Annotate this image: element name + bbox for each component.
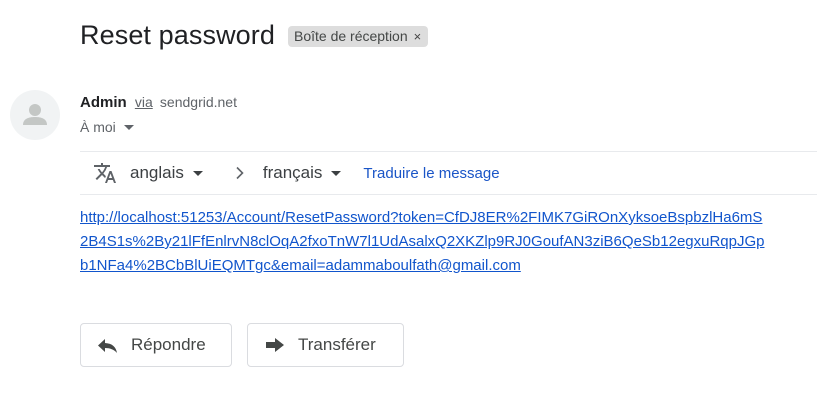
forward-label: Transférer [298,335,376,354]
inbox-label-text: Boîte de réception [294,28,408,44]
source-language-select[interactable]: anglais [130,163,203,183]
reply-icon [97,336,119,354]
reset-password-link[interactable]: http://localhost:51253/Account/ResetPass… [80,206,817,278]
chevron-down-icon [331,171,342,176]
forward-icon [264,336,286,354]
chevron-down-icon [123,125,134,130]
target-language-label: français [262,163,323,182]
chevron-right-icon [233,166,247,180]
translate-icon [93,161,117,185]
link-line: http://localhost:51253/Account/ResetPass… [80,209,763,226]
sender-domain: sendgrid.net [159,94,237,110]
forward-button[interactable]: Transférer [247,323,404,367]
chevron-down-icon [192,171,203,176]
reply-label: Répondre [131,335,206,354]
via-link[interactable]: via [135,94,153,110]
sender-avatar[interactable] [10,90,60,140]
translate-message-link[interactable]: Traduire le message [363,165,499,182]
inbox-label-chip[interactable]: Boîte de réception × [288,26,429,47]
link-line: 2B4S1s%2By21lFfEnlrvN8clOqA2fxoTnW7l1UdA… [80,233,765,250]
sender-name[interactable]: Admin [80,94,127,111]
subject-header: Reset password Boîte de réception × [80,20,429,51]
translate-bar: anglais français Traduire le message [80,151,817,195]
target-language-select[interactable]: français [263,163,342,183]
sender-line: Admin via sendgrid.net [80,94,237,111]
recipient-dropdown[interactable]: À moi [80,119,134,135]
reply-button[interactable]: Répondre [80,323,232,367]
source-language-label: anglais [130,163,184,182]
link-line: b1NFa4%2BCbBlUiEQMTgc&email=adammaboulfa… [80,257,521,274]
recipient-label: À moi [80,119,116,135]
email-view: Reset password Boîte de réception × Admi… [0,0,817,401]
remove-label-icon[interactable]: × [414,29,422,44]
default-avatar-icon [23,104,47,125]
email-subject: Reset password [80,20,275,50]
